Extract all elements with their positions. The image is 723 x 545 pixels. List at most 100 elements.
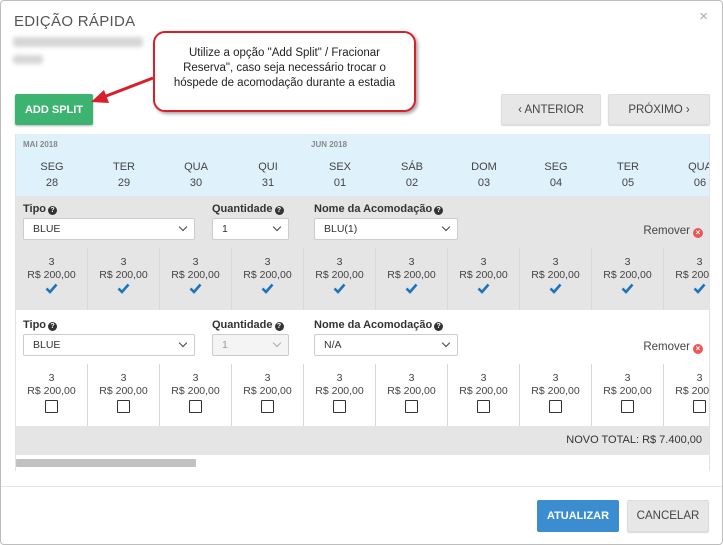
quantidade-label: Quantidade? [212,203,284,215]
add-split-button[interactable]: ADD SPLIT [15,94,93,125]
acomodacao-select[interactable]: BLU(1) [314,218,458,240]
tipo-select[interactable]: BLUE [23,218,195,240]
cell-price: R$ 200,00 [387,268,436,281]
help-icon: ? [274,206,284,215]
checkmark-icon[interactable] [405,282,418,295]
help-icon: ? [434,322,444,331]
cell-price: R$ 200,00 [171,268,220,281]
cell-price: R$ 200,00 [243,384,292,397]
day-header: SEG 04 [544,161,568,189]
chevron-down-icon [441,222,451,232]
split-row-2-cells: 3 R$ 200,00 3 R$ 200,00 3 R$ 200,00 3 R$ 200,00… [16,364,709,426]
cell-qty: 3 [120,372,127,384]
quantidade-select[interactable]: 1 [212,218,289,240]
chevron-down-icon [272,222,282,232]
tipo-label: Tipo? [23,203,58,215]
day-cell: 3R$ 200,00 [304,248,376,310]
cell-price: R$ 200,00 [315,384,364,397]
close-icon[interactable]: × [699,8,708,25]
split-row-2-controls: Tipo? Quantidade? Nome da Acomodação? BL… [16,312,709,364]
cell-qty: 3 [264,372,271,384]
checkmark-icon[interactable] [477,282,490,295]
help-icon: ? [48,206,58,215]
tipo-select[interactable]: BLUE [23,334,195,356]
cell-price: R$ 200,00 [99,384,148,397]
checkmark-icon[interactable] [189,282,202,295]
day-cell: 3R$ 200,00 [664,248,709,310]
cell-qty: 3 [480,372,487,384]
cell-qty: 3 [408,256,415,268]
cell-qty: 3 [624,256,631,268]
horizontal-scrollbar[interactable] [16,459,196,467]
checkmark-icon[interactable] [549,282,562,295]
split-row-1-cells: 3 R$ 200,00 3 R$ 200,00 3 R$ 200,00 3 R$ 200,00… [16,248,709,310]
day-checkbox[interactable] [45,400,58,414]
quantidade-label: Quantidade? [212,319,284,331]
help-icon: ? [48,322,58,331]
cancel-button[interactable]: CANCELAR [627,500,709,532]
redacted-guest-info [13,37,143,47]
day-header: SEX 01 [328,161,351,189]
cell-qty: 3 [264,256,271,268]
cell-qty: 3 [192,372,199,384]
total-row: NOVO TOTAL: R$ 7.400,00 [16,426,709,455]
day-cell: 3R$ 200,00 [160,364,232,426]
day-cell: 3R$ 200,00 [520,248,592,310]
day-cell: 3R$ 200,00 [520,364,592,426]
day-cell: 3R$ 200,00 [304,364,376,426]
day-cell: 3R$ 200,00 [376,248,448,310]
day-cell: 3R$ 200,00 [592,364,664,426]
day-checkbox[interactable] [189,400,202,414]
cell-price: R$ 200,00 [387,384,436,397]
day-checkbox[interactable] [549,400,562,414]
day-header: QUI 31 [258,161,278,189]
cell-qty: 3 [480,256,487,268]
cell-price: R$ 200,00 [27,384,76,397]
cell-qty: 3 [48,256,55,268]
date-header: MAI 2018 JUN 2018 SEG 28 TER 29 QUA 30 QUI 31 SE… [16,134,710,196]
checkmark-icon[interactable] [693,282,706,295]
next-button[interactable]: PRÓXIMO › [608,94,710,125]
day-checkbox[interactable] [477,400,490,414]
day-checkbox[interactable] [405,400,418,414]
checkmark-icon[interactable] [45,282,58,295]
remove-split-button[interactable]: Remover × [643,225,703,238]
acomodacao-label: Nome da Acomodação? [314,203,444,215]
cell-qty: 3 [552,372,559,384]
cell-qty: 3 [120,256,127,268]
checkmark-icon[interactable] [261,282,274,295]
day-cell: 3R$ 200,00 [88,364,160,426]
day-checkbox[interactable] [693,400,706,414]
cell-qty: 3 [336,372,343,384]
month-label: JUN 2018 [311,140,348,149]
cell-price: R$ 200,00 [603,384,652,397]
day-checkbox[interactable] [621,400,634,414]
day-checkbox[interactable] [333,400,346,414]
day-header: QUA 06 [688,161,710,189]
cell-qty: 3 [624,372,631,384]
acomodacao-label: Nome da Acomodação? [314,319,444,331]
redacted-room-info [13,55,43,64]
day-cell: 3R$ 200,00 [16,364,88,426]
day-header: DOM 03 [471,161,497,189]
checkmark-icon[interactable] [621,282,634,295]
day-header: QUA 30 [184,161,208,189]
help-callout: Utilize a opção "Add Split" / Fracionar … [153,31,416,112]
day-checkbox[interactable] [261,400,274,414]
checkmark-icon[interactable] [333,282,346,295]
previous-button[interactable]: ‹ ANTERIOR [501,94,601,125]
day-header: TER 29 [113,161,135,189]
day-cell: 3R$ 200,00 [376,364,448,426]
remove-split-button[interactable]: Remover × [643,341,703,354]
acomodacao-select[interactable]: N/A [314,334,458,356]
day-cell: 3R$ 200,00 [448,364,520,426]
cell-qty: 3 [48,372,55,384]
day-header: SÁB 02 [400,161,423,189]
cell-qty: 3 [696,256,703,268]
day-cell: 3R$ 200,00 [88,248,160,310]
cell-price: R$ 200,00 [531,268,580,281]
checkmark-icon[interactable] [117,282,130,295]
update-button[interactable]: ATUALIZAR [537,500,619,532]
day-checkbox[interactable] [117,400,130,414]
cell-qty: 3 [552,256,559,268]
